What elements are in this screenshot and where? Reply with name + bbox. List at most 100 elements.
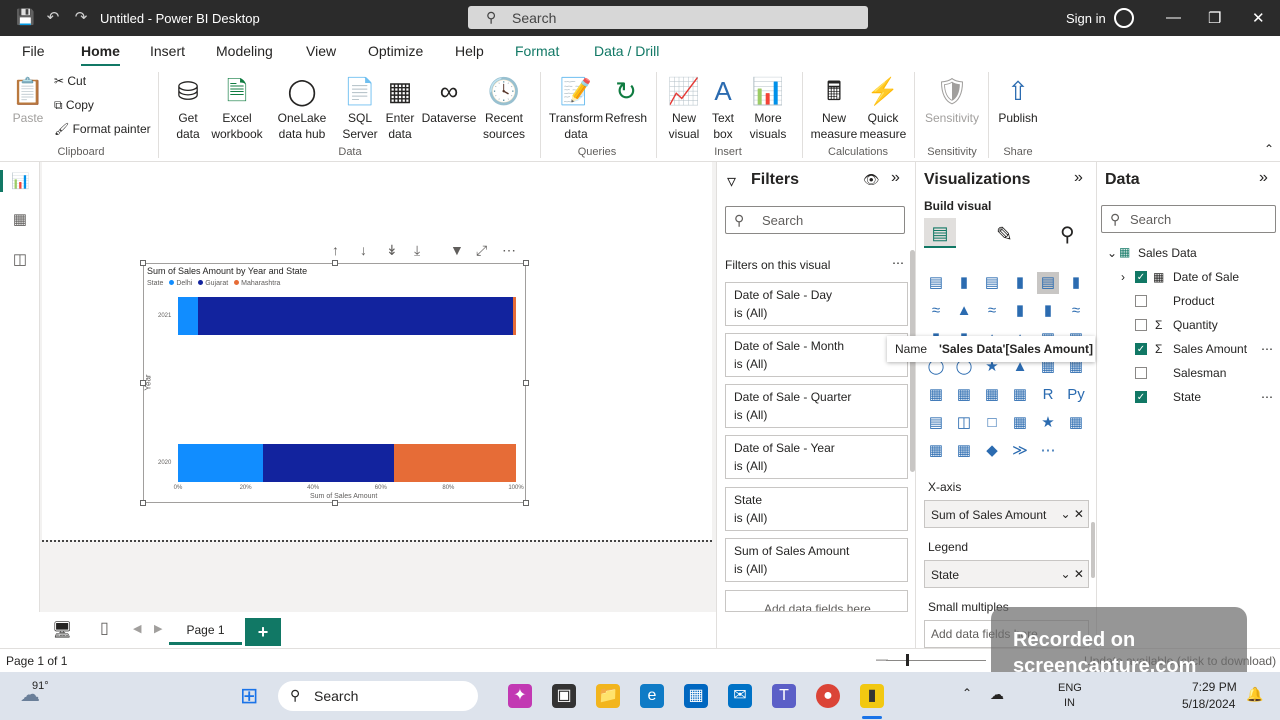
refresh-button[interactable]: ↻ Refresh (604, 74, 648, 126)
file-explorer-icon[interactable]: 📁 (596, 684, 620, 708)
edge-icon[interactable]: e (640, 684, 664, 708)
filter-card[interactable]: Date of Sale - Day is (All) (725, 282, 908, 326)
narrative-icon[interactable]: ▦ (1009, 412, 1031, 434)
filter-card[interactable]: Date of Sale - Month is (All) (725, 333, 908, 377)
legend-field-controls[interactable]: ⌄ ✕ (1061, 567, 1084, 581)
resize-handle[interactable] (332, 260, 338, 266)
menu-modeling[interactable]: Modeling (216, 43, 273, 59)
r-visual-icon[interactable]: R (1037, 384, 1059, 406)
decomposition-tree-icon[interactable]: ◫ (953, 412, 975, 434)
filter-drop-zone[interactable]: Add data fields here (725, 590, 908, 612)
taskbar-search-box[interactable]: ⚲ Search (278, 681, 478, 711)
filter-card[interactable]: Date of Sale - Year is (All) (725, 435, 908, 479)
drill-down-icon[interactable]: ↓ (360, 242, 367, 258)
desktop-layout-icon[interactable]: 🖥 (52, 620, 72, 640)
zoom-out-icon[interactable]: — (876, 652, 888, 666)
menu-insert[interactable]: Insert (150, 43, 185, 59)
field-name[interactable]: Sales Amount (1173, 342, 1247, 356)
matrix-icon[interactable]: ▦ (1009, 384, 1031, 406)
tray-overflow-icon[interactable]: ⌃ (962, 686, 972, 700)
menu-optimize[interactable]: Optimize (368, 43, 423, 59)
collapse-ribbon-icon[interactable]: ⌃ (1264, 142, 1274, 156)
onelake-button[interactable]: ◯ OneLake data hub (264, 74, 340, 142)
chrome-icon[interactable]: ● (816, 684, 840, 708)
language-code[interactable]: ENG (1058, 682, 1082, 694)
resize-handle[interactable] (140, 380, 146, 386)
analytics-icon[interactable]: ⚲ (1060, 222, 1075, 247)
table-icon[interactable]: ▦ (981, 384, 1003, 406)
field-name[interactable]: Date of Sale (1173, 270, 1239, 284)
zoom-slider-thumb[interactable] (906, 654, 909, 666)
paginated-icon[interactable]: ▦ (1065, 412, 1087, 434)
expand-all-icon[interactable]: ⤓ (414, 242, 420, 259)
filter-icon[interactable]: ▼ (450, 242, 464, 258)
format-painter-button[interactable]: 🖌 Format painter (54, 122, 151, 136)
cut-button[interactable]: ✂ Cut (54, 74, 86, 88)
legend-well[interactable]: State ⌄ ✕ (924, 560, 1089, 588)
stacked-bar-icon[interactable]: ▤ (925, 272, 947, 294)
publish-button[interactable]: ⇧ Publish (994, 74, 1042, 126)
minimize-icon[interactable]: — (1166, 9, 1181, 26)
copilot-icon[interactable]: ✦ (508, 684, 532, 708)
data-search-input[interactable]: ⚲ Search (1101, 205, 1276, 233)
prev-page-icon[interactable]: ◀ (133, 622, 141, 635)
filters-search-input[interactable]: ⚲ Search (725, 206, 905, 234)
new-visual-button[interactable]: 📈 New visual (664, 74, 704, 142)
add-page-button[interactable]: + (245, 618, 281, 646)
report-page[interactable]: ↑ ↓ ↡ ⤓ ▼ ⤢ ⋯ Sum of Sales Amount by Yea… (42, 162, 712, 540)
notification-bell-icon[interactable]: 🔔 (1246, 686, 1263, 703)
kpi-icon[interactable]: ▦ (953, 384, 975, 406)
bar-segment-delhi[interactable] (178, 297, 199, 335)
expand-next-level-icon[interactable]: ↡ (386, 242, 398, 259)
field-name[interactable]: Product (1173, 294, 1214, 308)
transform-data-button[interactable]: 📝 Transform data (548, 74, 604, 142)
copy-button[interactable]: ⧉ Copy (54, 98, 94, 113)
filter-card[interactable]: Date of Sale - Quarter is (All) (725, 384, 908, 428)
x-axis-field-controls[interactable]: ⌄ ✕ (1061, 507, 1084, 521)
save-icon[interactable]: 💾 (16, 9, 35, 27)
clock-time[interactable]: 7:29 PM (1192, 680, 1237, 694)
field-name[interactable]: Salesman (1173, 366, 1226, 380)
drill-up-icon[interactable]: ↑ (332, 242, 339, 258)
eye-icon[interactable]: 👁 (863, 172, 880, 188)
line-icon[interactable]: ≈ (925, 300, 947, 322)
collapse-filters-icon[interactable]: » (891, 169, 900, 187)
resize-handle[interactable] (523, 380, 529, 386)
field-more-icon[interactable]: ⋯ (1261, 342, 1273, 356)
field-checkbox[interactable] (1135, 367, 1147, 379)
stacked-bar-chart[interactable]: Sum of Sales Amount by Year and State St… (140, 260, 529, 506)
filter-card[interactable]: State is (All) (725, 487, 908, 531)
dataverse-button[interactable]: ∞ Dataverse (420, 74, 478, 126)
redo-icon[interactable]: ↷ (72, 9, 90, 27)
build-visual-tab[interactable]: ▤ (924, 218, 956, 248)
goals-icon[interactable]: ★ (1037, 412, 1059, 434)
resize-handle[interactable] (332, 500, 338, 506)
smart-narrative-icon[interactable]: ≫ (1009, 440, 1031, 462)
filter-card[interactable]: Sum of Sales Amount is (All) (725, 538, 908, 582)
recent-sources-button[interactable]: 🕓 Recent sources (476, 74, 532, 142)
sign-in-link[interactable]: Sign in (1066, 11, 1106, 26)
multi-row-card-icon[interactable]: ▦ (925, 384, 947, 406)
field-checkbox[interactable]: ✓ (1135, 343, 1147, 355)
excel-workbook-button[interactable]: 🗎 Excel workbook (208, 74, 266, 142)
clustered-bar-icon[interactable]: ▤ (981, 272, 1003, 294)
more-icon[interactable]: ⋯ (1037, 440, 1059, 462)
field-name[interactable]: Quantity (1173, 318, 1218, 332)
resize-handle[interactable] (523, 500, 529, 506)
more-options-icon[interactable]: ⋯ (502, 242, 516, 259)
power-automate-icon[interactable]: ▦ (953, 440, 975, 462)
resize-handle[interactable] (523, 260, 529, 266)
area-icon[interactable]: ▲ (953, 300, 975, 322)
bar-segment-maharashtra[interactable] (512, 297, 516, 335)
collapse-data-icon[interactable]: » (1259, 169, 1268, 187)
focus-mode-icon[interactable]: ⤢ (476, 242, 487, 259)
menu-format[interactable]: Format (515, 43, 559, 59)
menu-data-drill[interactable]: Data / Drill (594, 43, 659, 59)
python-visual-icon[interactable]: Py (1065, 384, 1087, 406)
format-visual-icon[interactable]: ✎ (996, 222, 1013, 247)
bar-segment-gujarat[interactable] (262, 444, 395, 482)
next-page-icon[interactable]: ▶ (154, 622, 162, 635)
qa-icon[interactable]: □ (981, 412, 1003, 434)
bar-segment-maharashtra[interactable] (394, 444, 516, 482)
teams-icon[interactable]: T (772, 684, 796, 708)
